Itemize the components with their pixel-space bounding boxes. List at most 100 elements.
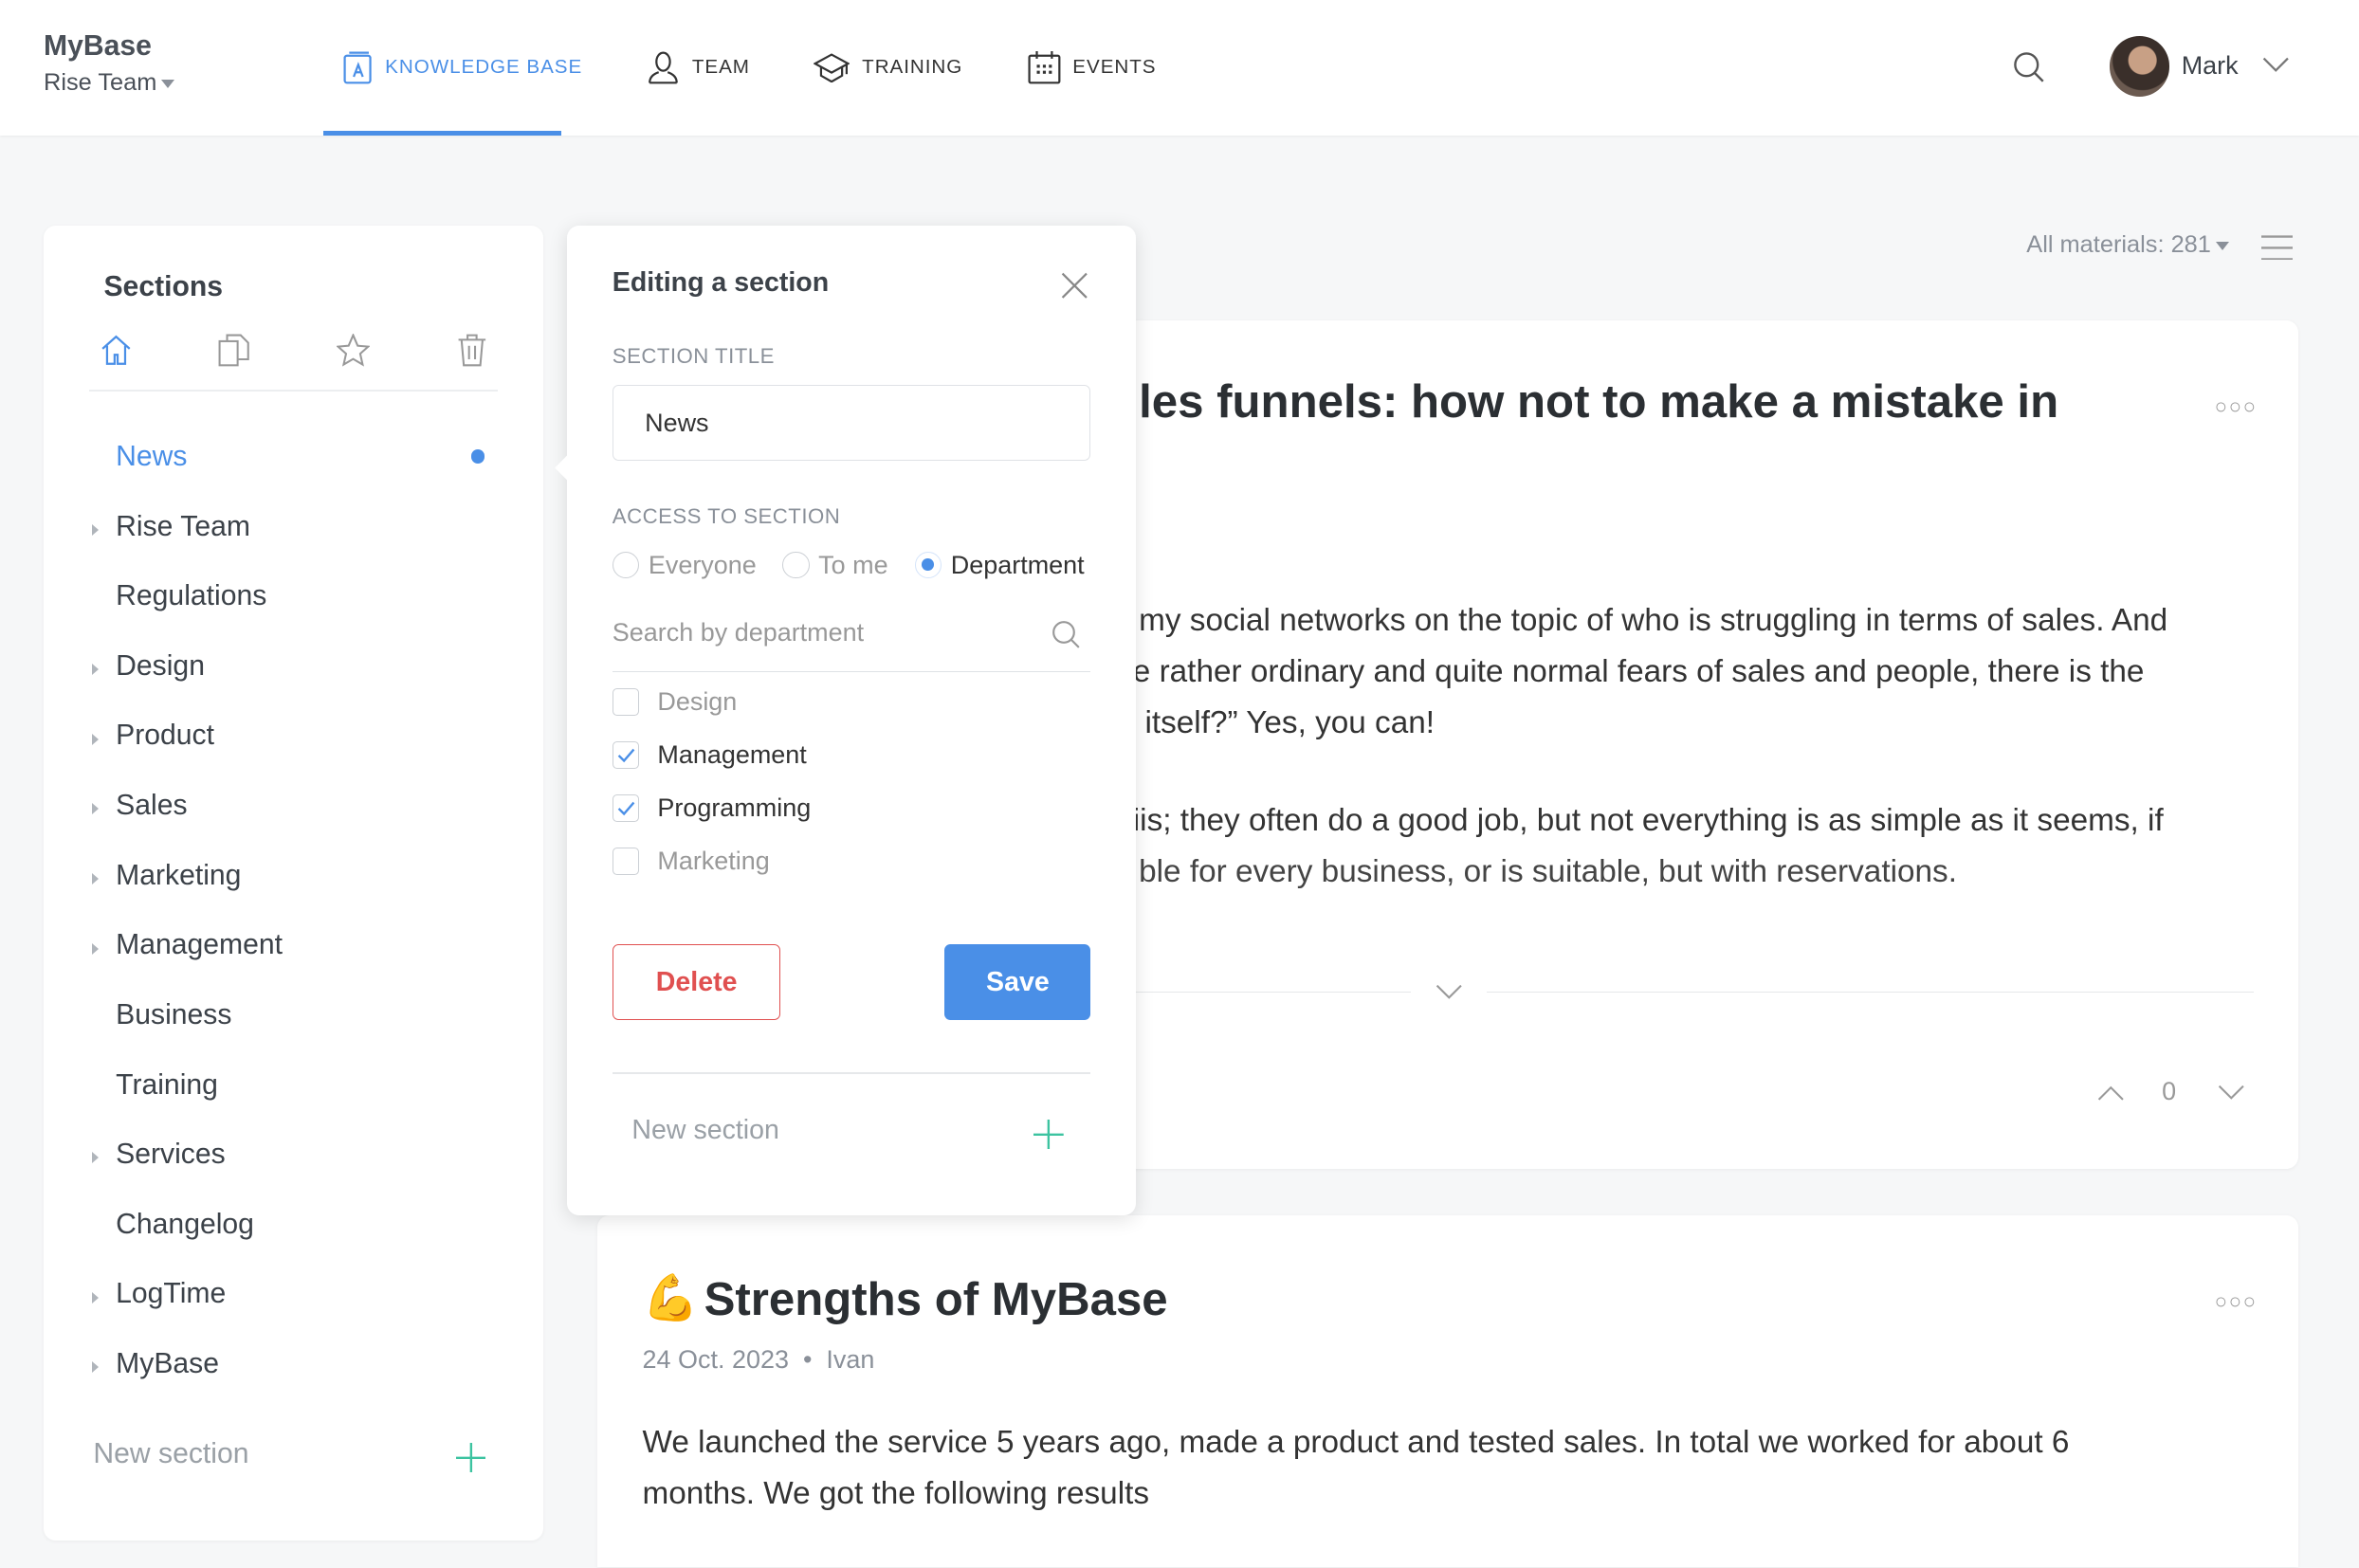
calendar-icon (1028, 50, 1061, 84)
expand-caret-icon[interactable] (91, 733, 99, 745)
active-tab-indicator (323, 131, 561, 136)
avatar[interactable] (2109, 36, 2169, 97)
sidebar-item[interactable]: Business (116, 999, 231, 1031)
user-name[interactable]: Mark (2182, 51, 2239, 81)
sidebar-item[interactable]: Product (116, 720, 214, 752)
sidebar-item[interactable]: LogTime (116, 1278, 226, 1310)
radio-label: Department (950, 550, 1085, 579)
close-icon[interactable] (1061, 272, 1088, 300)
search-icon[interactable] (2013, 51, 2046, 84)
sidebar-item[interactable]: News (116, 441, 187, 473)
section-title-input[interactable]: News (612, 385, 1091, 461)
sidebar-item[interactable]: Marketing (116, 860, 241, 892)
department-checkbox[interactable]: Design (612, 687, 738, 717)
department-checkbox[interactable]: Management (612, 740, 807, 770)
department-search-input[interactable]: Search by department (613, 618, 864, 647)
sidebar-item[interactable]: Design (116, 650, 205, 683)
sidebar-item[interactable]: Regulations (116, 580, 266, 612)
sidebar-item[interactable]: Management (116, 929, 283, 961)
article-title[interactable]: Strengths of MyBase (704, 1272, 1168, 1326)
checkbox-label: Marketing (657, 847, 770, 876)
tab-events[interactable]: EVENTS (1028, 0, 1157, 136)
caret-down-icon (2215, 242, 2229, 251)
article-author[interactable]: Ivan (826, 1345, 874, 1374)
upvote-icon[interactable] (2097, 1085, 2125, 1101)
documents-icon[interactable] (218, 334, 251, 367)
sidebar-item[interactable]: Rise Team (116, 511, 250, 543)
checkbox-label: Design (657, 687, 738, 717)
department-checkbox[interactable]: Marketing (612, 847, 770, 876)
trash-icon[interactable] (457, 334, 487, 367)
divider (612, 670, 1091, 673)
sidebar-item[interactable]: Services (116, 1139, 226, 1171)
article-paragraph: e rather ordinary and quite normal fears… (1132, 654, 2145, 690)
tab-team[interactable]: TEAM (647, 0, 750, 136)
graduation-cap-icon (814, 52, 850, 82)
radio-button (782, 551, 810, 579)
radio-to-me[interactable]: To me (782, 551, 888, 580)
expand-caret-icon[interactable] (91, 942, 99, 955)
materials-filter[interactable]: All materials: 281 (2026, 231, 2229, 259)
more-options-icon[interactable]: ○○○ (2215, 394, 2258, 419)
expand-caret-icon[interactable] (91, 872, 99, 884)
tab-knowledge-base[interactable]: KNOWLEDGE BASE (343, 0, 582, 136)
access-label: ACCESS TO SECTION (612, 503, 841, 528)
plus-icon[interactable] (455, 1442, 486, 1473)
expand-caret-icon[interactable] (91, 523, 99, 536)
divider (612, 1072, 1091, 1074)
article-paragraph: my social networks on the topic of who i… (1139, 603, 2168, 639)
delete-button[interactable]: Delete (612, 944, 781, 1020)
sidebar-item[interactable]: Changelog (116, 1209, 254, 1241)
article-paragraph: itself?” Yes, you can! (1144, 705, 1436, 741)
tab-training[interactable]: TRAINING (814, 0, 962, 136)
section-title-label: SECTION TITLE (612, 344, 775, 369)
book-icon (343, 51, 372, 84)
radio-everyone[interactable]: Everyone (612, 550, 757, 580)
expand-caret-icon[interactable] (91, 803, 99, 815)
tab-label: TEAM (691, 56, 750, 79)
expand-chevron-icon[interactable] (1436, 984, 1463, 1000)
radio-button-selected (914, 551, 942, 579)
check-icon (617, 748, 634, 762)
home-icon[interactable] (100, 334, 133, 367)
sidebar-item[interactable]: MyBase (116, 1348, 219, 1380)
expand-caret-icon[interactable] (91, 1291, 99, 1304)
article-paragraph: We launched the service 5 years ago, mad… (642, 1424, 2070, 1460)
radio-label: To me (818, 550, 888, 579)
star-icon[interactable] (337, 334, 371, 367)
new-section-input[interactable]: New section (93, 1438, 248, 1470)
plus-icon[interactable] (1033, 1119, 1064, 1150)
team-name: Rise Team (44, 68, 157, 96)
downvote-icon[interactable] (2218, 1085, 2245, 1101)
app-logo: MyBase (44, 29, 152, 62)
sidebar-item[interactable]: Training (116, 1069, 218, 1102)
radio-button (612, 551, 640, 579)
radio-department[interactable]: Department (914, 550, 1085, 580)
article-title[interactable]: les funnels: how not to make a mistake i… (1139, 374, 2058, 428)
department-checkbox[interactable]: Programming (612, 793, 812, 823)
check-icon (617, 801, 634, 815)
expand-caret-icon[interactable] (91, 664, 99, 676)
article-paragraph: ble for every business, or is suitable, … (1139, 854, 1957, 890)
sidebar-item[interactable]: Sales (116, 790, 187, 822)
sidebar-title: Sections (103, 270, 224, 302)
list-view-icon[interactable] (2260, 234, 2294, 261)
popup-title: Editing a section (612, 267, 830, 299)
tab-label: KNOWLEDGE BASE (385, 56, 583, 79)
tab-label: EVENTS (1072, 56, 1157, 79)
save-button[interactable]: Save (944, 944, 1091, 1020)
radio-label: Everyone (648, 550, 757, 579)
more-options-icon[interactable]: ○○○ (2215, 1289, 2258, 1314)
search-icon[interactable] (1051, 620, 1082, 650)
chevron-down-icon[interactable] (2262, 57, 2290, 73)
vote-count: 0 (2162, 1077, 2177, 1106)
expand-caret-icon[interactable] (91, 1152, 99, 1164)
divider (1486, 991, 2254, 994)
expand-caret-icon[interactable] (91, 1361, 99, 1374)
new-section-input[interactable]: New section (631, 1115, 779, 1146)
divider (88, 389, 499, 392)
team-switcher[interactable]: Rise Team (44, 68, 175, 97)
edit-section-popup (567, 226, 1136, 1216)
checkbox-label: Programming (657, 793, 812, 823)
tab-label: TRAINING (862, 56, 963, 79)
